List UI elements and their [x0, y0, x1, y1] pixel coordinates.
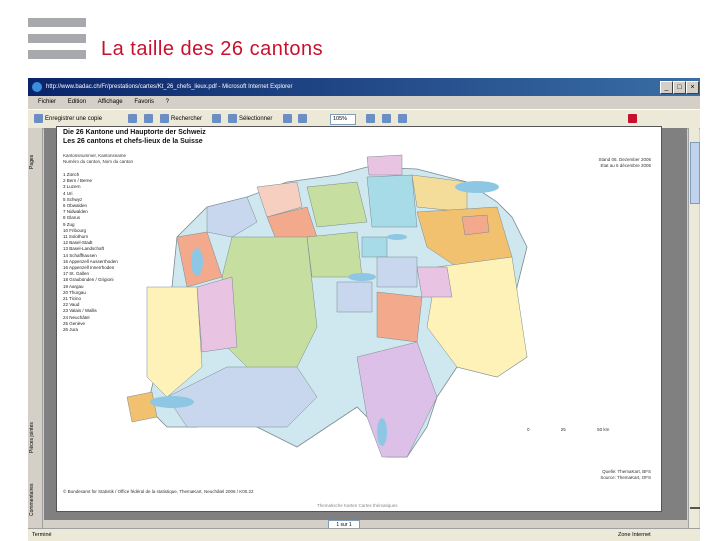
- stripe: [28, 34, 86, 43]
- footer-line: [690, 507, 700, 509]
- email-button[interactable]: [144, 113, 155, 125]
- fit-width-button[interactable]: [382, 113, 393, 125]
- lake-maggiore: [377, 418, 387, 446]
- maximize-icon[interactable]: □: [673, 81, 686, 94]
- save-copy-button[interactable]: Enregistrer une copie: [34, 113, 102, 125]
- canton-uri: [376, 291, 423, 343]
- vertical-scrollbar[interactable]: [688, 128, 700, 528]
- scrollbar-thumb[interactable]: [690, 142, 700, 204]
- tab-comments[interactable]: Commentaires: [29, 472, 41, 528]
- minimize-icon[interactable]: _: [660, 81, 673, 94]
- source-fr: Source: ThemaKart, OFS: [600, 475, 651, 480]
- tab-pages[interactable]: Pages: [29, 132, 41, 192]
- fit-width-icon: [382, 113, 391, 123]
- canton-obwalden: [336, 281, 373, 313]
- scale-50: 50 km: [597, 427, 610, 432]
- window-titlebar[interactable]: http://www.badac.ch/Fr/prestations/carte…: [28, 78, 700, 96]
- canton-zug: [361, 236, 388, 258]
- status-bar: Terminé Zone Internet: [28, 528, 700, 541]
- pdf-side-panel: Pages Pièces jointes Commentaires: [28, 128, 43, 528]
- zoom-in-button[interactable]: [298, 113, 309, 125]
- menu-view[interactable]: Affichage: [98, 99, 123, 105]
- menu-bar: Fichier Edition Affichage Favoris ?: [28, 96, 700, 108]
- pdf-page: Die 26 Kantone und Hauptorte der Schweiz…: [56, 126, 662, 512]
- canton-schaffhausen: [366, 154, 403, 176]
- window-title: http://www.badac.ch/Fr/prestations/carte…: [46, 84, 293, 90]
- ie-icon: [32, 82, 42, 92]
- zoom-out-icon: [283, 113, 292, 123]
- canton-luzern: [306, 231, 363, 278]
- zoom-input[interactable]: 105%: [330, 114, 356, 125]
- search-button[interactable]: Rechercher: [160, 113, 202, 125]
- lake-geneva: [150, 396, 194, 408]
- canton-zurich: [366, 174, 418, 228]
- rotate-icon: [398, 113, 407, 123]
- canton-fribourg: [196, 276, 238, 353]
- search-icon: [160, 113, 169, 123]
- canton-schwyz: [376, 256, 418, 288]
- canton-bern: [221, 236, 318, 378]
- fit-page-button[interactable]: [366, 113, 377, 125]
- canton-aargau: [306, 181, 368, 228]
- scale-25: 25: [560, 427, 566, 432]
- map-copyright: © Bundesamt für Statistik / Office fédér…: [63, 489, 254, 494]
- lake-zurich: [387, 234, 407, 240]
- scale-bar: 0 25 50 km: [527, 427, 609, 432]
- hand-icon: [212, 113, 221, 123]
- menu-file[interactable]: Fichier: [38, 99, 56, 105]
- stripe: [28, 50, 86, 59]
- save-copy-label: Enregistrer une copie: [45, 116, 103, 122]
- fit-page-icon: [366, 113, 375, 123]
- status-right: Zone Internet: [618, 532, 651, 538]
- canton-geneve: [126, 391, 158, 423]
- cursor-icon: [228, 113, 237, 123]
- canton-glarus: [416, 266, 453, 298]
- zoom-out-button[interactable]: [283, 113, 294, 125]
- yahoo-icon: [628, 113, 637, 123]
- lake-lucerne: [348, 273, 376, 281]
- scale-0: 0: [527, 427, 530, 432]
- slide-title: La taille des 26 cantons: [101, 38, 324, 60]
- logo-stripes: [28, 18, 86, 66]
- switzerland-map: [126, 154, 528, 458]
- menu-edit[interactable]: Edition: [68, 99, 86, 105]
- rotate-button[interactable]: [398, 113, 409, 125]
- yahoo-button[interactable]: [628, 113, 639, 125]
- lake-constance: [455, 181, 499, 193]
- menu-help[interactable]: ?: [166, 99, 169, 105]
- print-icon: [128, 113, 137, 123]
- print-button[interactable]: [128, 113, 139, 125]
- map-source: Quelle: ThemaKart, BFS Source: ThemaKart…: [600, 469, 651, 481]
- search-label: Rechercher: [171, 116, 203, 122]
- zoom-in-icon: [298, 113, 307, 123]
- lake-neuchatel: [191, 248, 203, 276]
- close-icon[interactable]: ×: [686, 81, 699, 94]
- menu-favorites[interactable]: Favoris: [134, 99, 154, 105]
- status-left: Terminé: [32, 532, 52, 538]
- save-icon: [34, 113, 43, 123]
- mail-icon: [144, 113, 153, 123]
- canton-appenzell: [461, 214, 490, 236]
- stripe: [28, 18, 86, 27]
- tab-attachments[interactable]: Pièces jointes: [29, 408, 41, 468]
- select-tool-button[interactable]: Sélectionner: [228, 113, 272, 125]
- hand-tool-button[interactable]: [212, 113, 223, 125]
- select-label: Sélectionner: [239, 116, 273, 122]
- map-series: Thematische Karten Cartes thématiques: [317, 503, 398, 508]
